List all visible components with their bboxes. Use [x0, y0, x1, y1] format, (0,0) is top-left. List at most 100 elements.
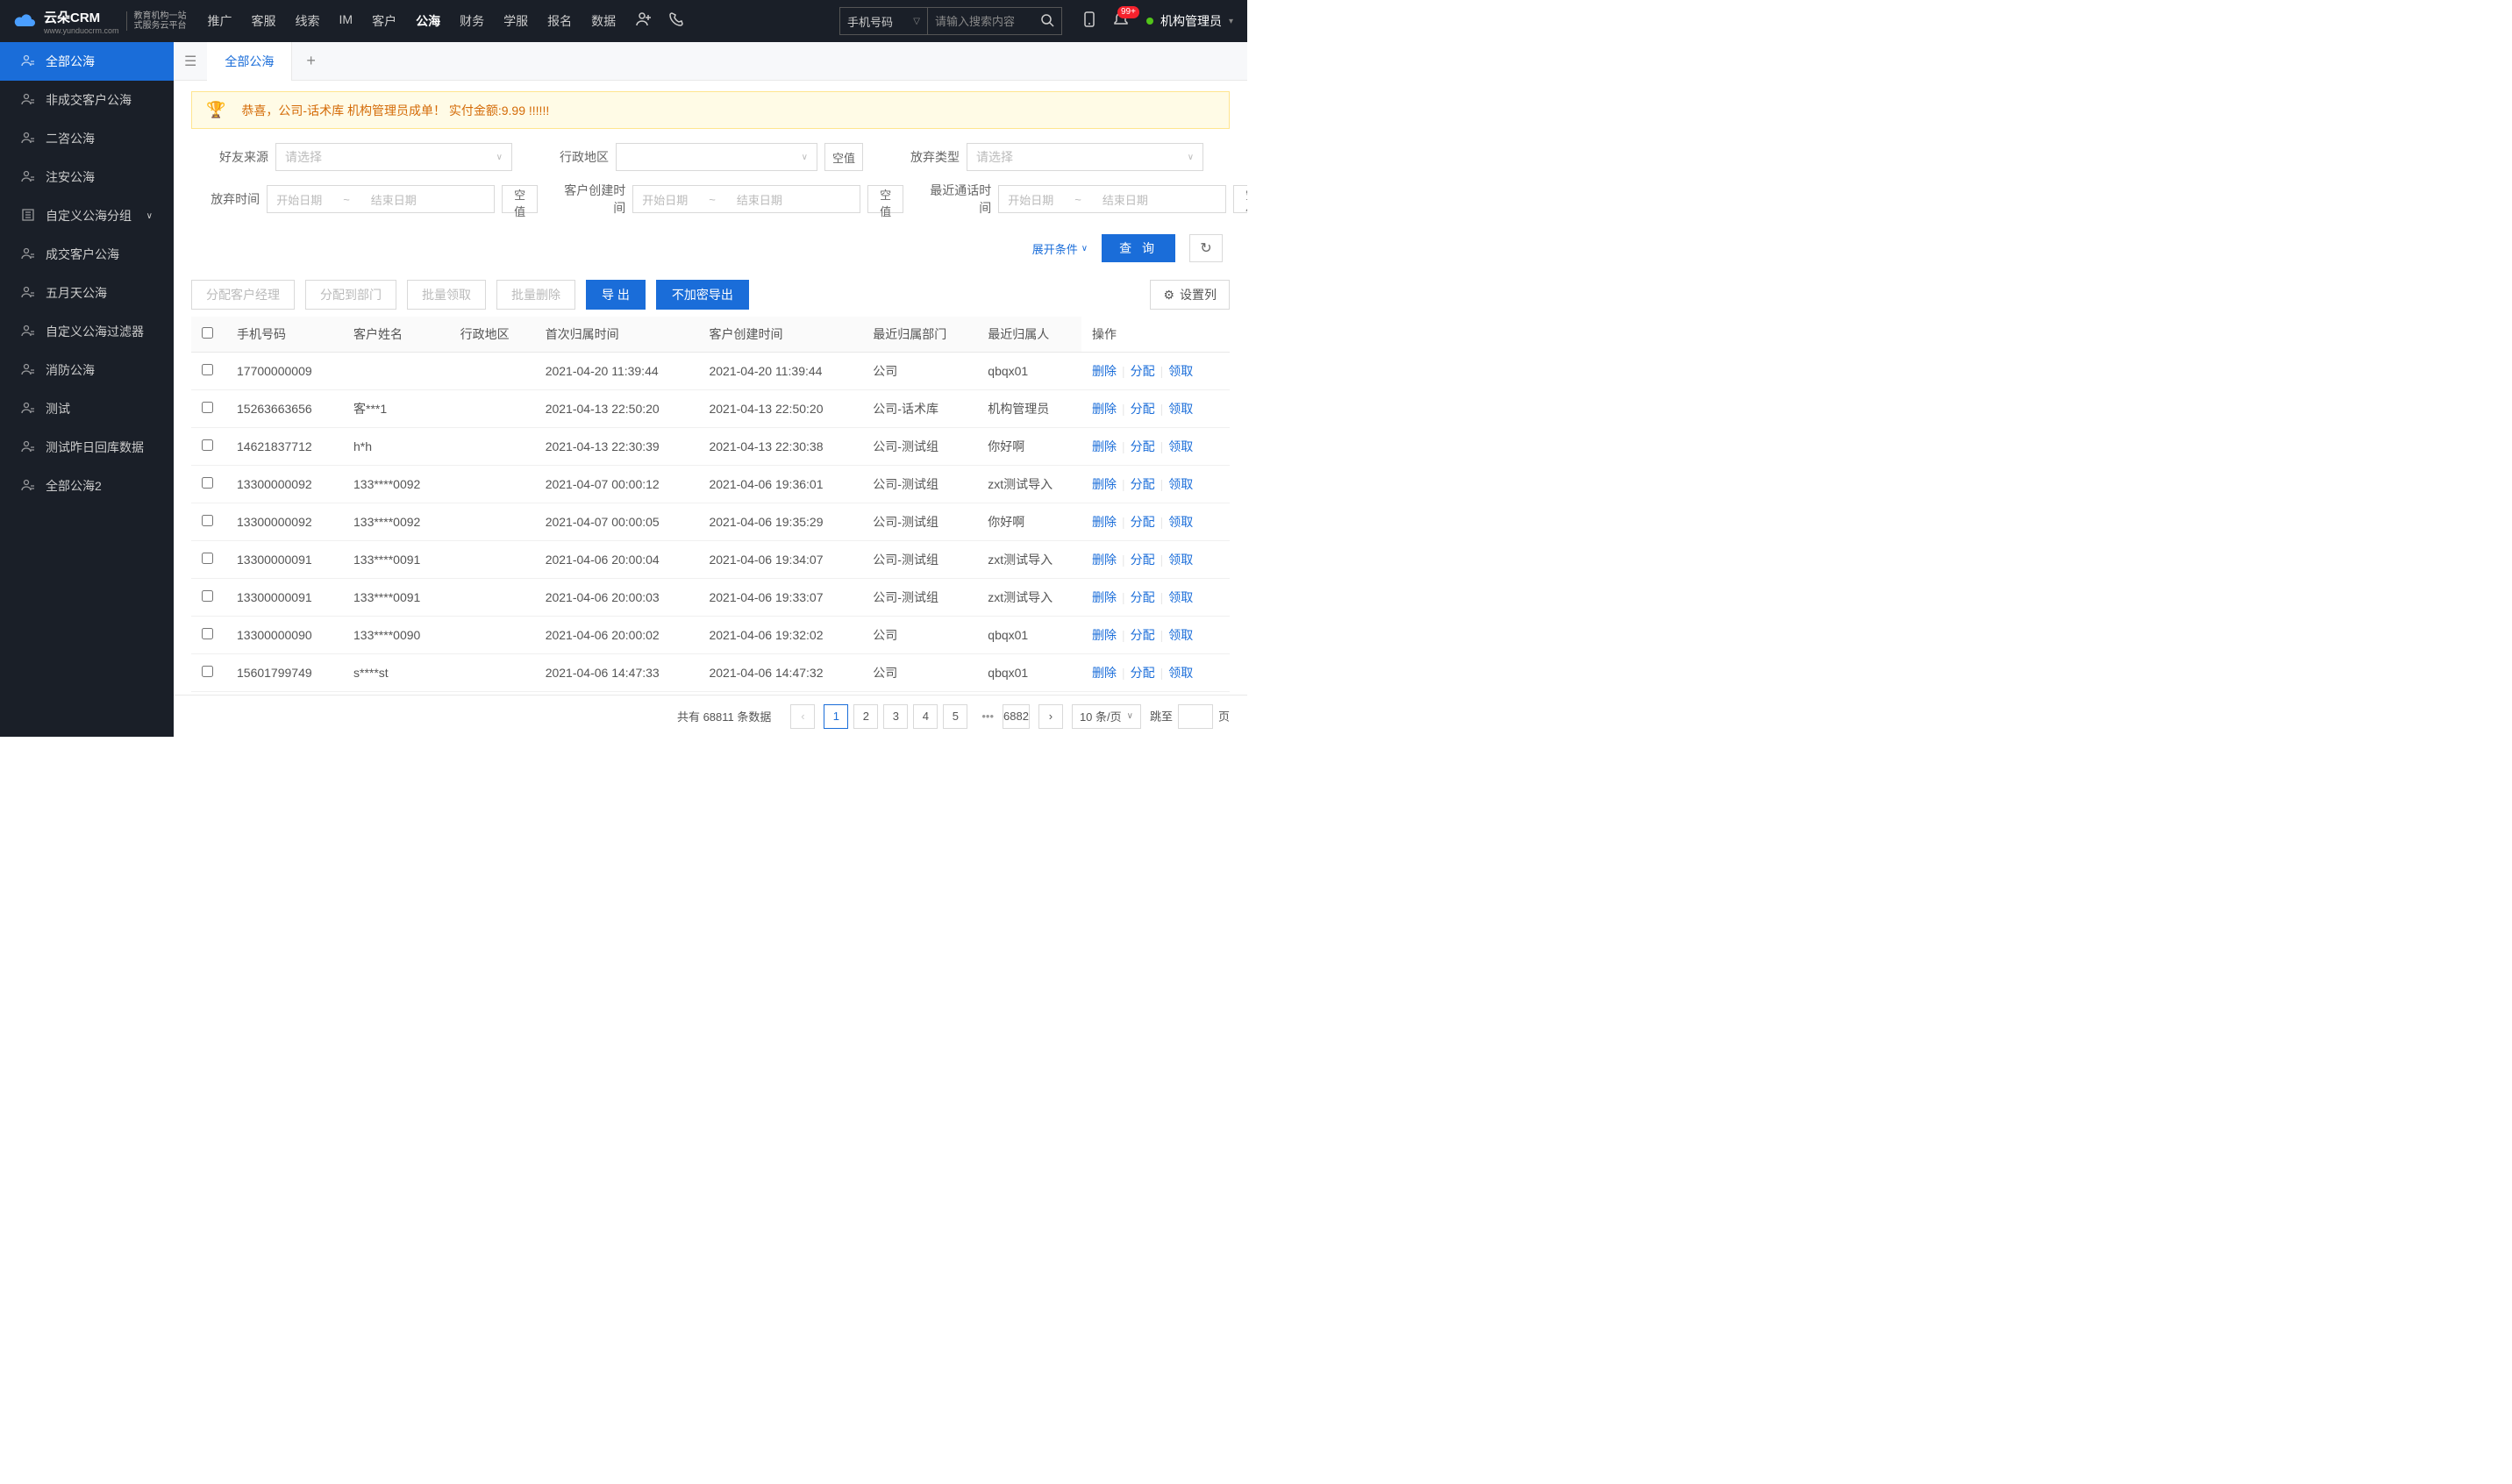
assign-link[interactable]: 分配 — [1131, 439, 1155, 453]
abandon-type-select[interactable]: 请选择∨ — [967, 143, 1203, 171]
assign-manager-button[interactable]: 分配客户经理 — [191, 280, 295, 310]
search-input[interactable] — [928, 8, 1033, 34]
search-button[interactable]: 查 询 — [1102, 234, 1175, 262]
sidebar-item-0[interactable]: 全部公海 — [0, 42, 174, 81]
assign-link[interactable]: 分配 — [1131, 515, 1155, 529]
sidebar-item-1[interactable]: 非成交客户公海 — [0, 81, 174, 119]
assign-dept-button[interactable]: 分配到部门 — [305, 280, 396, 310]
sidebar-item-9[interactable]: 测试 — [0, 389, 174, 428]
row-checkbox[interactable] — [202, 553, 213, 564]
collapse-icon[interactable]: ☰ — [184, 53, 196, 70]
sidebar-item-3[interactable]: 注安公海 — [0, 158, 174, 196]
claim-link[interactable]: 领取 — [1168, 477, 1193, 491]
row-checkbox[interactable] — [202, 402, 213, 413]
row-checkbox[interactable] — [202, 515, 213, 526]
call-time-range[interactable]: 开始日期~结束日期 — [998, 185, 1226, 213]
pager-page-5[interactable]: 5 — [943, 704, 967, 729]
assign-link[interactable]: 分配 — [1131, 364, 1155, 378]
delete-link[interactable]: 删除 — [1092, 628, 1117, 642]
row-checkbox[interactable] — [202, 666, 213, 677]
batch-delete-button[interactable]: 批量删除 — [496, 280, 575, 310]
claim-link[interactable]: 领取 — [1168, 439, 1193, 453]
delete-link[interactable]: 删除 — [1092, 477, 1117, 491]
nav-item-4[interactable]: 客户 — [372, 12, 396, 30]
claim-link[interactable]: 领取 — [1168, 515, 1193, 529]
export-plain-button[interactable]: 不加密导出 — [656, 280, 749, 310]
expand-filters-link[interactable]: 展开条件∨ — [1032, 240, 1088, 257]
select-all-checkbox[interactable] — [202, 327, 213, 339]
row-checkbox[interactable] — [202, 628, 213, 639]
search-icon[interactable] — [1033, 13, 1061, 30]
tab-all-sea[interactable]: 全部公海 — [207, 42, 292, 81]
add-tab-icon[interactable]: + — [292, 52, 330, 70]
refresh-button[interactable]: ↻ — [1189, 234, 1223, 262]
phone-icon[interactable] — [668, 11, 684, 32]
create-time-null-button[interactable]: 空值 — [867, 185, 903, 213]
delete-link[interactable]: 删除 — [1092, 402, 1117, 416]
pager-next[interactable]: › — [1038, 704, 1063, 729]
call-time-null-button[interactable]: 空值 — [1233, 185, 1247, 213]
abandon-time-null-button[interactable]: 空值 — [502, 185, 538, 213]
nav-item-0[interactable]: 推广 — [208, 12, 232, 30]
assign-link[interactable]: 分配 — [1131, 666, 1155, 680]
bell-icon[interactable]: 99+ — [1113, 11, 1129, 32]
claim-link[interactable]: 领取 — [1168, 590, 1193, 604]
nav-item-6[interactable]: 财务 — [460, 12, 484, 30]
pager-prev[interactable]: ‹ — [790, 704, 815, 729]
claim-link[interactable]: 领取 — [1168, 364, 1193, 378]
assign-link[interactable]: 分配 — [1131, 477, 1155, 491]
sidebar-item-5[interactable]: 成交客户公海 — [0, 235, 174, 274]
pager-page-1[interactable]: 1 — [824, 704, 848, 729]
assign-link[interactable]: 分配 — [1131, 402, 1155, 416]
row-checkbox[interactable] — [202, 364, 213, 375]
sidebar-item-8[interactable]: 消防公海 — [0, 351, 174, 389]
row-checkbox[interactable] — [202, 439, 213, 451]
assign-link[interactable]: 分配 — [1131, 628, 1155, 642]
pager-last[interactable]: 6882 — [1003, 704, 1030, 729]
delete-link[interactable]: 删除 — [1092, 590, 1117, 604]
page-size-select[interactable]: 10 条/页∨ — [1072, 704, 1141, 729]
claim-link[interactable]: 领取 — [1168, 666, 1193, 680]
abandon-time-range[interactable]: 开始日期~结束日期 — [267, 185, 495, 213]
sidebar-item-10[interactable]: 测试昨日回库数据 — [0, 428, 174, 467]
nav-item-1[interactable]: 客服 — [252, 12, 276, 30]
batch-claim-button[interactable]: 批量领取 — [407, 280, 486, 310]
row-checkbox[interactable] — [202, 477, 213, 489]
claim-link[interactable]: 领取 — [1168, 628, 1193, 642]
region-null-button[interactable]: 空值 — [824, 143, 863, 171]
delete-link[interactable]: 删除 — [1092, 364, 1117, 378]
pager-page-3[interactable]: 3 — [883, 704, 908, 729]
create-time-range[interactable]: 开始日期~结束日期 — [632, 185, 860, 213]
sidebar-item-11[interactable]: 全部公海2 — [0, 467, 174, 505]
nav-item-7[interactable]: 学服 — [503, 12, 528, 30]
add-user-icon[interactable] — [635, 11, 653, 32]
assign-link[interactable]: 分配 — [1131, 553, 1155, 567]
nav-item-3[interactable]: IM — [339, 12, 353, 30]
claim-link[interactable]: 领取 — [1168, 553, 1193, 567]
nav-item-8[interactable]: 报名 — [547, 12, 572, 30]
user-menu[interactable]: 机构管理员 ▾ — [1146, 12, 1233, 30]
sidebar-item-7[interactable]: 自定义公海过滤器 — [0, 312, 174, 351]
nav-item-5[interactable]: 公海 — [416, 12, 440, 30]
sidebar-item-4[interactable]: 自定义公海分组∨ — [0, 196, 174, 235]
friend-source-select[interactable]: 请选择∨ — [275, 143, 512, 171]
sidebar-item-2[interactable]: 二咨公海 — [0, 119, 174, 158]
search-type-select[interactable]: 手机号码▽ — [840, 8, 928, 34]
claim-link[interactable]: 领取 — [1168, 402, 1193, 416]
column-settings-button[interactable]: ⚙设置列 — [1150, 280, 1230, 310]
region-select[interactable]: ∨ — [616, 143, 817, 171]
pager-jump-input[interactable] — [1178, 704, 1213, 729]
sidebar-item-6[interactable]: 五月天公海 — [0, 274, 174, 312]
mobile-icon[interactable] — [1081, 11, 1097, 32]
delete-link[interactable]: 删除 — [1092, 553, 1117, 567]
pager-page-2[interactable]: 2 — [853, 704, 878, 729]
assign-link[interactable]: 分配 — [1131, 590, 1155, 604]
nav-item-2[interactable]: 线索 — [296, 12, 320, 30]
nav-item-9[interactable]: 数据 — [591, 12, 616, 30]
delete-link[interactable]: 删除 — [1092, 515, 1117, 529]
row-checkbox[interactable] — [202, 590, 213, 602]
delete-link[interactable]: 删除 — [1092, 439, 1117, 453]
export-button[interactable]: 导 出 — [586, 280, 646, 310]
logo[interactable]: 云朵CRM www.yunduocrm.com 教育机构一站式服务云平台 — [14, 8, 187, 35]
delete-link[interactable]: 删除 — [1092, 666, 1117, 680]
